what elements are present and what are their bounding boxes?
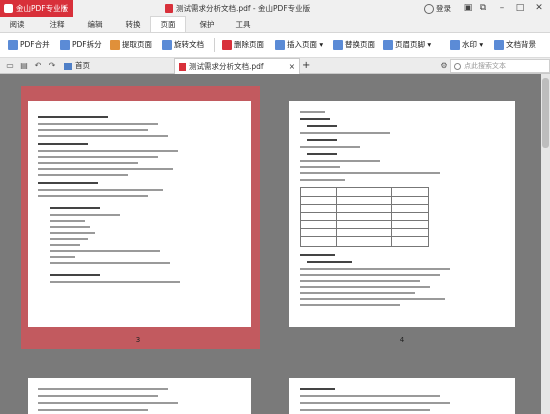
window-title-text: 测试需求分析文档.pdf - 金山PDF专业版 <box>176 4 311 13</box>
watermark-icon <box>450 40 460 50</box>
merge-icon <box>8 40 18 50</box>
delete-page-button[interactable]: 删除页面 <box>222 33 264 57</box>
maximize-button[interactable]: □ <box>514 0 526 17</box>
brand-menu-button[interactable]: 金山PDF专业版 ▾ <box>0 0 73 17</box>
pdf-merge-label: PDF合并 <box>20 40 50 49</box>
watermark-label: 水印 <box>462 40 477 49</box>
header-footer-button[interactable]: 页眉页脚 ▾ <box>383 33 431 57</box>
pdf-file-icon <box>179 63 186 71</box>
page-number-left: 3 <box>135 336 141 344</box>
menu-protect[interactable]: 保护 <box>192 17 222 32</box>
pdf-merge-button[interactable]: PDF合并 <box>8 33 50 57</box>
replace-page-label: 替换页面 <box>345 40 375 49</box>
search-placeholder: 点此搜索文本 <box>464 62 506 70</box>
login-label: 登录 <box>436 4 451 13</box>
app-logo-icon <box>4 4 13 13</box>
shirt-icon[interactable]: ▣ <box>462 0 474 17</box>
menu-edit[interactable]: 编辑 <box>80 17 110 32</box>
chevron-down-icon: ▾ <box>477 40 484 49</box>
page-thumbnail[interactable] <box>28 378 251 414</box>
delete-page-label: 删除页面 <box>234 40 264 49</box>
redo-icon[interactable]: ↷ <box>46 58 58 73</box>
replace-page-button[interactable]: 替换页面 <box>333 33 375 57</box>
restore-icon[interactable]: ⧉ <box>477 0 489 17</box>
minimize-button[interactable]: – <box>496 0 508 17</box>
window-title: 测试需求分析文档.pdf - 金山PDF专业版 <box>165 0 385 17</box>
insert-icon <box>275 40 285 50</box>
pdf-file-icon <box>165 4 173 13</box>
menu-read[interactable]: 阅读 <box>2 17 32 32</box>
tab-home[interactable]: 首页 <box>60 58 172 73</box>
toolbar-divider <box>214 38 215 52</box>
search-icon <box>454 62 461 70</box>
header-footer-icon <box>383 40 393 50</box>
extract-page-label: 提取页面 <box>122 40 152 49</box>
page-thumbnail[interactable] <box>28 101 251 327</box>
search-input[interactable]: 点此搜索文本 <box>450 59 550 73</box>
open-folder-icon[interactable]: ▭ <box>4 58 16 73</box>
page-thumbnail[interactable] <box>289 378 515 414</box>
vertical-scrollbar[interactable] <box>541 74 550 414</box>
chevron-down-icon: ▾ <box>63 4 67 12</box>
login-button[interactable]: 登录 <box>424 0 451 17</box>
delete-icon <box>222 40 232 50</box>
new-tab-button[interactable]: + <box>302 58 312 73</box>
page-thumbnail[interactable] <box>289 101 515 327</box>
rotate-doc-label: 旋转文档 <box>174 40 204 49</box>
menu-annotate[interactable]: 注释 <box>42 17 72 32</box>
scrollbar-thumb[interactable] <box>542 78 549 148</box>
brand-label: 金山PDF专业版 <box>16 4 69 13</box>
background-icon <box>494 40 504 50</box>
doc-background-button[interactable]: 文档背景 <box>494 33 536 57</box>
doc-background-label: 文档背景 <box>506 40 536 49</box>
tab-close-button[interactable]: × <box>289 59 295 74</box>
header-footer-label: 页眉页脚 <box>395 40 425 49</box>
replace-icon <box>333 40 343 50</box>
chevron-down-icon: ▾ <box>317 40 324 49</box>
tab-document-label: 测试需求分析文档.pdf <box>189 62 264 71</box>
tab-document[interactable]: 测试需求分析文档.pdf × <box>174 58 300 74</box>
close-button[interactable]: ✕ <box>533 0 545 17</box>
split-icon <box>60 40 70 50</box>
watermark-button[interactable]: 水印 ▾ <box>450 33 483 57</box>
menu-page[interactable]: 页面 <box>150 16 186 32</box>
insert-page-label: 插入页面 <box>287 40 317 49</box>
menu-convert[interactable]: 转换 <box>118 17 148 32</box>
rotate-icon <box>162 40 172 50</box>
undo-icon[interactable]: ↶ <box>32 58 44 73</box>
home-icon <box>64 62 72 70</box>
save-icon[interactable]: ▤ <box>18 58 30 73</box>
rotate-doc-button[interactable]: 旋转文档 <box>162 33 204 57</box>
extract-page-button[interactable]: 提取页面 <box>110 33 152 57</box>
chevron-down-icon: ▾ <box>425 40 432 49</box>
menu-tools[interactable]: 工具 <box>228 17 258 32</box>
pdf-split-button[interactable]: PDF拆分 <box>60 33 102 57</box>
pdf-split-label: PDF拆分 <box>72 40 102 49</box>
settings-icon[interactable]: ⚙ <box>438 58 450 73</box>
tab-home-label: 首页 <box>75 61 90 70</box>
extract-icon <box>110 40 120 50</box>
user-icon <box>424 4 434 14</box>
page-number-right: 4 <box>399 336 405 344</box>
insert-page-button[interactable]: 插入页面 ▾ <box>275 33 323 57</box>
